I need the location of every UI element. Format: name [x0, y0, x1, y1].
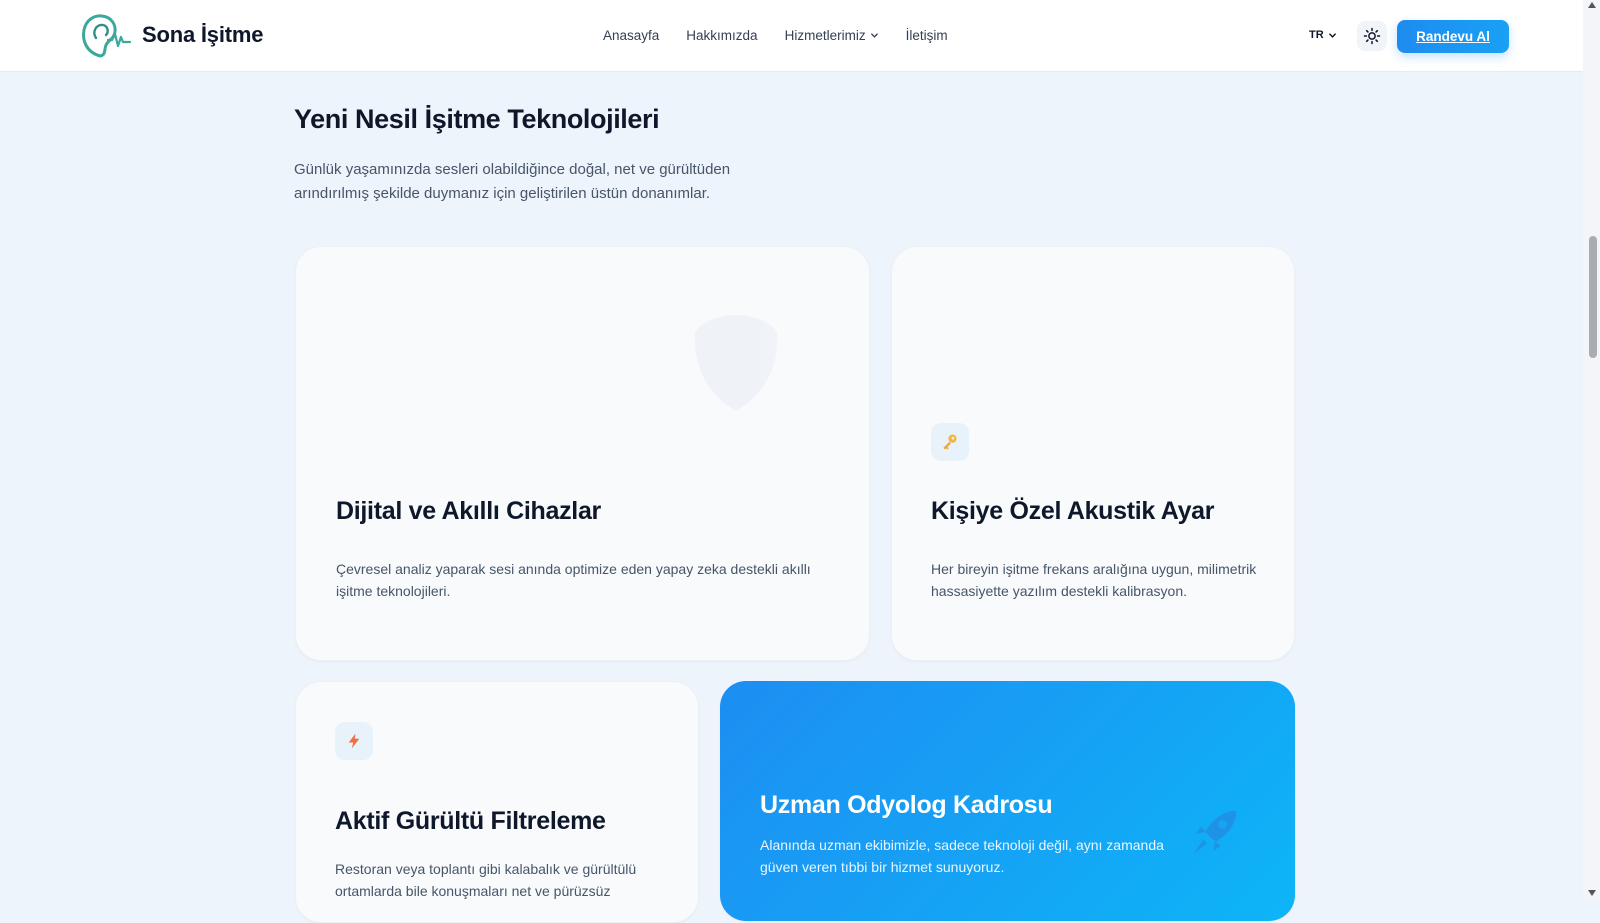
card-description: Her bireyin işitme frekans aralığına uyg…	[931, 561, 1257, 599]
chevron-down-icon	[870, 33, 878, 38]
nav-contact-link[interactable]: İletişim	[906, 28, 948, 43]
language-selector[interactable]: TR	[1309, 29, 1337, 41]
lightning-icon-box	[335, 722, 373, 760]
chevron-down-icon	[1328, 32, 1336, 38]
feature-card-acoustic-fit: Kişiye Özel Akustik Ayar Her bireyin işi…	[891, 246, 1295, 661]
card-title: Uzman Odyolog Kadrosu	[760, 791, 1053, 819]
card-description: Alanında uzman ekibimizle, sadece teknol…	[760, 837, 1164, 875]
card-description: Çevresel analiz yaparak sesi anında opti…	[336, 561, 811, 599]
brand-name[interactable]: Sona İşitme	[142, 22, 263, 48]
scroll-up-arrow-icon[interactable]	[1588, 2, 1596, 8]
site-header: Sona İşitme Anasayfa Hakkımızda Hizmetle…	[0, 0, 1583, 72]
card-title: Dijital ve Akıllı Cihazlar	[336, 497, 601, 525]
card-description: Restoran veya toplantı gibi kalabalık ve…	[335, 861, 637, 899]
nav-home-link[interactable]: Anasayfa	[603, 28, 659, 43]
page-scrollbar[interactable]	[1583, 0, 1600, 900]
shield-icon	[694, 315, 778, 411]
section-title: Yeni Nesil İşitme Teknolojileri	[294, 104, 660, 134]
card-title: Kişiye Özel Akustik Ayar	[931, 497, 1215, 525]
nav-services-label: Hizmetlerimiz	[784, 28, 866, 43]
key-icon	[943, 434, 957, 450]
key-icon-box	[931, 423, 969, 461]
nav-services-dropdown[interactable]: Hizmetlerimiz	[785, 28, 879, 43]
card-title: Aktif Gürültü Filtreleme	[335, 807, 606, 835]
theme-toggle-button[interactable]	[1357, 21, 1387, 51]
lightning-icon	[348, 733, 360, 749]
section-description: Günlük yaşamınızda sesleri olabildiğince…	[294, 161, 731, 202]
ear-logo-icon[interactable]	[78, 12, 132, 60]
feature-card-noise-filter: Aktif Gürültü Filtreleme Restoran veya t…	[295, 681, 699, 923]
rocket-icon	[1193, 810, 1237, 854]
feature-card-smart-devices: Dijital ve Akıllı Cihazlar Çevresel anal…	[295, 246, 870, 661]
scrollbar-thumb[interactable]	[1589, 236, 1597, 358]
sun-icon	[1363, 27, 1381, 45]
book-appointment-button[interactable]: Randevu Al	[1397, 20, 1509, 53]
language-label: TR	[1309, 29, 1324, 41]
scroll-down-arrow-icon[interactable]	[1588, 890, 1596, 896]
feature-card-expert-team: Uzman Odyolog Kadrosu Alanında uzman eki…	[720, 681, 1295, 921]
main-nav: Anasayfa Hakkımızda Hizmetlerimiz İletiş…	[603, 28, 948, 43]
nav-about-link[interactable]: Hakkımızda	[686, 28, 757, 43]
